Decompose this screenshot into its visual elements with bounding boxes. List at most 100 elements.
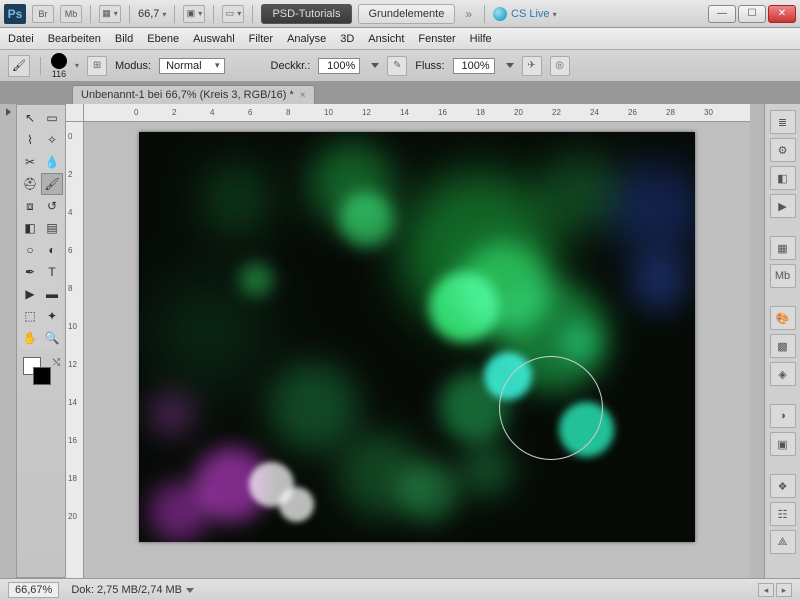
menu-3d[interactable]: 3D xyxy=(340,33,354,45)
color-panel-icon[interactable]: 🎨 xyxy=(770,306,796,330)
adjustments-panel-icon[interactable]: ◑ xyxy=(770,404,796,428)
canvas[interactable] xyxy=(139,132,695,542)
color-swatches[interactable]: ⤭ xyxy=(19,355,63,387)
menu-filter[interactable]: Filter xyxy=(249,33,273,45)
zoom-tool[interactable]: 🔍 xyxy=(41,327,63,349)
expand-icon[interactable] xyxy=(6,108,11,116)
menu-bild[interactable]: Bild xyxy=(115,33,133,45)
type-tool[interactable]: T xyxy=(41,261,63,283)
layers2-panel-icon[interactable]: ❖ xyxy=(770,474,796,498)
status-doc-info[interactable]: Dok: 2,75 MB/2,74 MB xyxy=(71,584,194,596)
zoom-level-dropdown[interactable]: 66,7 xyxy=(138,8,166,20)
eyedropper-tool[interactable]: 💧 xyxy=(41,151,63,173)
ruler-origin[interactable] xyxy=(66,104,84,122)
right-gutter xyxy=(750,104,764,578)
menu-analyse[interactable]: Analyse xyxy=(287,33,326,45)
blend-mode-dropdown[interactable]: Normal xyxy=(159,58,224,74)
opacity-input[interactable]: 100% xyxy=(318,58,360,74)
status-bar: 66,67% Dok: 2,75 MB/2,74 MB ◂▸ xyxy=(0,578,800,600)
document-tab-title: Unbenannt-1 bei 66,7% (Kreis 3, RGB/16) … xyxy=(81,89,294,101)
opacity-pressure-icon[interactable]: ✎ xyxy=(387,56,407,76)
close-button[interactable]: ✕ xyxy=(768,5,796,23)
opacity-slider-icon[interactable] xyxy=(371,63,379,68)
menu-fenster[interactable]: Fenster xyxy=(418,33,455,45)
dodge-tool[interactable]: ◐ xyxy=(41,239,63,261)
status-zoom-field[interactable]: 66,67% xyxy=(8,582,59,598)
separator xyxy=(90,5,91,23)
minimize-button[interactable]: — xyxy=(708,5,736,23)
brush-panel-toggle-icon[interactable]: ⊞ xyxy=(87,56,107,76)
flow-label: Fluss: xyxy=(415,60,444,72)
swatches-panel-icon[interactable]: ▩ xyxy=(770,334,796,358)
opacity-label: Deckkr.: xyxy=(271,60,311,72)
healing-tool[interactable]: ⛑ xyxy=(19,173,41,195)
minibridge-panel-icon[interactable]: Mb xyxy=(770,264,796,288)
lasso-tool[interactable]: ⌇ xyxy=(19,129,41,151)
hand-tool[interactable]: ✋ xyxy=(19,327,41,349)
extras-icon[interactable]: ▭ xyxy=(222,5,244,23)
path-select-tool[interactable]: ▶ xyxy=(19,283,41,305)
photoshop-logo-icon: Ps xyxy=(4,4,26,24)
stamp-tool[interactable]: ⧈ xyxy=(19,195,41,217)
workspace-psd-tutorials-button[interactable]: PSD-Tutorials xyxy=(261,4,351,24)
separator xyxy=(129,5,130,23)
swap-colors-icon[interactable]: ⤭ xyxy=(53,357,60,368)
brushes-panel-icon[interactable]: ▶ xyxy=(770,194,796,218)
separator xyxy=(484,5,485,23)
bridge-icon[interactable]: Br xyxy=(32,5,54,23)
title-bar: Ps Br Mb ▦ 66,7 ▣ ▭ PSD-Tutorials Grunde… xyxy=(0,0,800,28)
brush-tool[interactable]: 🖌 xyxy=(41,173,63,195)
menu-hilfe[interactable]: Hilfe xyxy=(470,33,492,45)
screen-mode-icon[interactable]: ▣ xyxy=(183,5,205,23)
history-brush-tool[interactable]: ↺ xyxy=(41,195,63,217)
magic-wand-tool[interactable]: ✧ xyxy=(41,129,63,151)
paths-panel-icon[interactable]: ⟁ xyxy=(770,530,796,554)
move-tool[interactable]: ↖ xyxy=(19,107,41,129)
properties-panel-icon[interactable]: ◧ xyxy=(770,166,796,190)
menu-bearbeiten[interactable]: Bearbeiten xyxy=(48,33,101,45)
document-tab[interactable]: Unbenannt-1 bei 66,7% (Kreis 3, RGB/16) … xyxy=(72,85,315,104)
styles-panel-icon[interactable]: ◈ xyxy=(770,362,796,386)
menu-bar: Datei Bearbeiten Bild Ebene Auswahl Filt… xyxy=(0,28,800,50)
actions-panel-icon[interactable]: ⚙ xyxy=(770,138,796,162)
eraser-tool[interactable]: ◧ xyxy=(19,217,41,239)
horizontal-ruler[interactable]: 024681012141618202224262830 xyxy=(84,104,750,122)
horizontal-scrollbar[interactable]: ◂▸ xyxy=(758,583,792,597)
history-panel-icon[interactable]: ≣ xyxy=(770,110,796,134)
menu-auswahl[interactable]: Auswahl xyxy=(193,33,235,45)
masks-panel-icon[interactable]: ▣ xyxy=(770,432,796,456)
channels-panel-icon[interactable]: ☷ xyxy=(770,502,796,526)
maximize-button[interactable]: ☐ xyxy=(738,5,766,23)
workspace-grundelemente-button[interactable]: Grundelemente xyxy=(358,4,456,24)
brush-tool-icon[interactable]: 🖌 xyxy=(8,55,30,77)
brush-preset-picker[interactable]: 116 xyxy=(51,53,67,79)
arrange-documents-icon[interactable]: ▦ xyxy=(99,5,121,23)
crop-tool[interactable]: ✂ xyxy=(19,151,41,173)
blur-tool[interactable]: ○ xyxy=(19,239,41,261)
left-gutter xyxy=(0,104,16,578)
menu-ansicht[interactable]: Ansicht xyxy=(368,33,404,45)
flow-slider-icon[interactable] xyxy=(506,63,514,68)
menu-datei[interactable]: Datei xyxy=(8,33,34,45)
separator xyxy=(174,5,175,23)
3d-camera-tool[interactable]: ✦ xyxy=(41,305,63,327)
tablet-pressure-icon[interactable]: ◎ xyxy=(550,56,570,76)
pen-tool[interactable]: ✒ xyxy=(19,261,41,283)
airbrush-icon[interactable]: ✈ xyxy=(522,56,542,76)
menu-ebene[interactable]: Ebene xyxy=(147,33,179,45)
marquee-tool[interactable]: ▭ xyxy=(41,107,63,129)
shape-tool[interactable]: ▬ xyxy=(41,283,63,305)
3d-tool[interactable]: ⬚ xyxy=(19,305,41,327)
options-bar: 🖌 116 ▾ ⊞ Modus: Normal Deckkr.: 100% ✎ … xyxy=(0,50,800,82)
brush-cursor-outline xyxy=(499,356,603,460)
tab-close-icon[interactable]: × xyxy=(300,90,306,101)
layers-panel-icon[interactable]: ▦ xyxy=(770,236,796,260)
gradient-tool[interactable]: ▤ xyxy=(41,217,63,239)
minibridge-icon[interactable]: Mb xyxy=(60,5,82,23)
flow-input[interactable]: 100% xyxy=(453,58,495,74)
chevron-right-icon[interactable]: » xyxy=(465,7,472,21)
vertical-ruler[interactable]: 02468101214161820 xyxy=(66,122,84,578)
right-panel-dock: ≣ ⚙ ◧ ▶ ▦ Mb 🎨 ▩ ◈ ◑ ▣ ❖ ☷ ⟁ xyxy=(764,104,800,578)
background-color[interactable] xyxy=(33,367,51,385)
cs-live-button[interactable]: CS Live ▾ xyxy=(493,7,557,21)
